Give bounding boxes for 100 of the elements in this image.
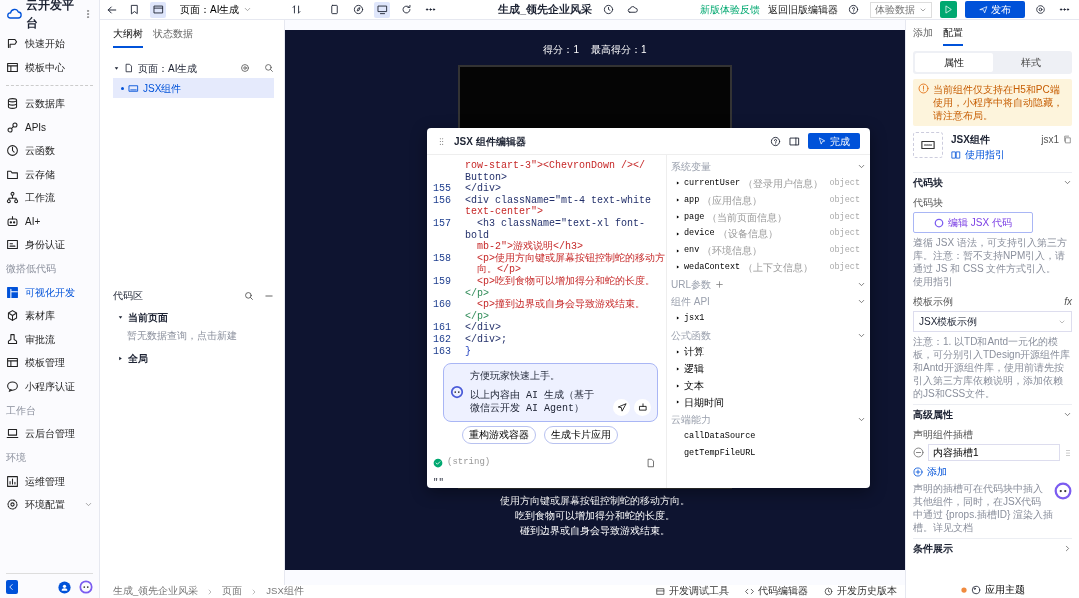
tool-button[interactable]: 开发历史版本 xyxy=(824,584,897,598)
drag-handle-icon[interactable] xyxy=(437,136,446,146)
link[interactable]: 详见文档 xyxy=(933,522,973,533)
line-number: 162 xyxy=(433,333,452,346)
variable-item[interactable]: currentUser （登录用户信息） object xyxy=(671,175,866,192)
breadcrumb-link[interactable]: JSX组件 xyxy=(266,584,304,598)
guide-link[interactable]: 使用指引 xyxy=(951,147,1034,162)
link[interactable]: TDesign开源组件库 xyxy=(983,349,1071,360)
cloud-logo-icon xyxy=(6,6,22,22)
nav-item[interactable]: 工作流 xyxy=(6,186,93,210)
link[interactable]: Antd开源组件库 xyxy=(923,362,994,373)
copy-icon[interactable] xyxy=(646,457,656,468)
variable-item[interactable]: page （当前页面信息） object xyxy=(671,208,866,226)
variable-item[interactable]: app （应用信息） object xyxy=(671,191,866,209)
nav-item[interactable]: 云存储 xyxy=(6,162,93,186)
section-title: 工作台 xyxy=(6,403,37,418)
link[interactable]: 使用指引 xyxy=(913,276,953,287)
segment-tab[interactable]: 样式 xyxy=(992,53,1070,72)
layout-button[interactable] xyxy=(150,1,166,18)
tool-button[interactable] xyxy=(634,398,651,416)
add-slot-button[interactable]: 添加 xyxy=(913,464,1072,479)
nav-item[interactable]: 模板中心 xyxy=(6,55,93,79)
chevron-icon[interactable] xyxy=(1063,178,1072,187)
send-button[interactable] xyxy=(613,398,630,416)
nav-item[interactable]: 小程序认证 xyxy=(6,374,93,398)
search-icon[interactable] xyxy=(244,290,254,301)
nav-item[interactable]: 云函数 xyxy=(6,139,93,163)
page-select[interactable]: 页面：AI生成 xyxy=(174,1,259,18)
variable-item[interactable]: 逻辑 xyxy=(671,360,866,378)
variable-item[interactable]: 日期时间 xyxy=(671,393,866,411)
copy-icon[interactable] xyxy=(1063,135,1072,144)
expand-arrow-icon[interactable] xyxy=(117,313,124,321)
nav-item[interactable]: 可视化开发 xyxy=(6,280,93,304)
help-icon[interactable] xyxy=(770,135,781,147)
suggestion-chip[interactable]: 生成卡片应用 xyxy=(543,425,618,444)
link-icon xyxy=(6,120,19,134)
data-select[interactable]: 体验数据 xyxy=(870,1,932,18)
split-view-icon[interactable] xyxy=(789,135,800,147)
nav-item[interactable]: 云后台管理 xyxy=(6,422,93,446)
outline-tab[interactable]: 大纲树 xyxy=(113,20,143,48)
variable-item[interactable]: wedaContext （上下文信息） object xyxy=(671,259,866,276)
add-icon[interactable] xyxy=(715,279,724,289)
nav-item[interactable]: 快速开始 xyxy=(6,32,93,56)
suggestion-chip[interactable]: 重构游戏容器 xyxy=(461,425,536,444)
nav-item[interactable]: 云数据库 xyxy=(6,92,93,116)
tree-item[interactable]: 页面：AI生成 xyxy=(113,58,274,78)
segment-tab[interactable]: 属性 xyxy=(915,53,993,72)
chevron-icon[interactable] xyxy=(1063,544,1072,553)
chart-icon xyxy=(6,474,19,488)
variable-item[interactable]: jsx1 xyxy=(671,309,866,327)
theme-button[interactable]: 应用主题 xyxy=(984,582,1025,597)
template-select[interactable]: JSX模板示例 xyxy=(913,311,1072,332)
nav-item[interactable]: 审批流 xyxy=(6,327,93,351)
nav-item[interactable]: APIs xyxy=(6,115,93,139)
nav-item[interactable]: 运维管理 xyxy=(6,469,93,493)
create-link[interactable]: 点击新建 xyxy=(197,330,237,341)
variable-item[interactable]: env （环境信息） object xyxy=(671,242,866,259)
tree-item[interactable]: JSX组件 xyxy=(113,78,274,98)
collapse-button[interactable] xyxy=(6,580,18,594)
variable-item[interactable]: device （设备信息） object xyxy=(671,225,866,243)
breadcrumb-link[interactable]: 生成_领先企业风采 xyxy=(113,584,199,598)
chevron-down-icon[interactable] xyxy=(857,162,866,171)
outline-tab[interactable]: 状态数据 xyxy=(153,20,193,48)
settings-icon[interactable] xyxy=(240,63,250,73)
instruction-text: 吃到食物可以增加得分和蛇的长度。 xyxy=(514,509,676,523)
dot-icon xyxy=(121,86,124,90)
expand-arrow-icon[interactable] xyxy=(117,354,124,362)
old-editor-link[interactable]: 返回旧版编辑器 xyxy=(768,2,838,17)
nav-item[interactable]: 素材库 xyxy=(6,304,93,328)
nav-item[interactable]: 模板管理 xyxy=(6,351,93,375)
tool-button[interactable]: 开发调试工具 xyxy=(656,584,729,598)
nav-item[interactable]: 环境配置 xyxy=(6,493,93,517)
back-icon[interactable] xyxy=(106,3,118,16)
variable-item[interactable]: callDataSource xyxy=(671,427,866,445)
laptop-icon xyxy=(6,427,19,441)
chevron-icon[interactable] xyxy=(1063,410,1072,419)
variable-item[interactable]: 文本 xyxy=(671,377,866,394)
slot-field[interactable]: 内容插槽1 xyxy=(928,444,1060,461)
monitor-button[interactable] xyxy=(374,1,391,18)
done-button[interactable]: 完成 xyxy=(808,133,860,149)
warning-text: 当前组件仅支持在H5和PC端使用，小程序中将自动隐藏，请注意布局。 xyxy=(933,83,1064,122)
publish-button[interactable]: 发布 xyxy=(965,1,1025,18)
nav-item[interactable]: AI+ xyxy=(6,209,93,233)
panel-tab[interactable]: 添加 xyxy=(913,20,933,46)
edit-code-button[interactable]: 编辑 JSX 代码 xyxy=(913,212,1033,233)
section-title: 代码区 xyxy=(113,289,143,303)
expand-arrow-icon[interactable] xyxy=(113,64,120,72)
breadcrumb-link[interactable]: 页面 xyxy=(222,584,243,598)
avatar-icon[interactable] xyxy=(58,580,71,594)
link[interactable]: 引入第三方库依赖说明 xyxy=(913,375,1013,386)
search-icon[interactable] xyxy=(264,63,274,73)
variable-item[interactable]: 计算 xyxy=(671,343,866,361)
remove-icon[interactable] xyxy=(913,447,924,458)
slot-note: 声明的插槽可在代码块中插入其他组件，同时，在JSX代码中通过 {props.插槽ID} 渲染入插槽。详见文档 xyxy=(913,482,1072,534)
line-number: 155 xyxy=(433,183,452,195)
nav-item[interactable]: 身份认证 xyxy=(6,233,93,257)
tool-button[interactable]: 代码编辑器 xyxy=(745,584,808,598)
variable-item[interactable]: getTempFileURL xyxy=(671,444,866,462)
panel-tab[interactable]: 配置 xyxy=(943,20,963,46)
formula-button[interactable]: fx xyxy=(1064,294,1072,309)
